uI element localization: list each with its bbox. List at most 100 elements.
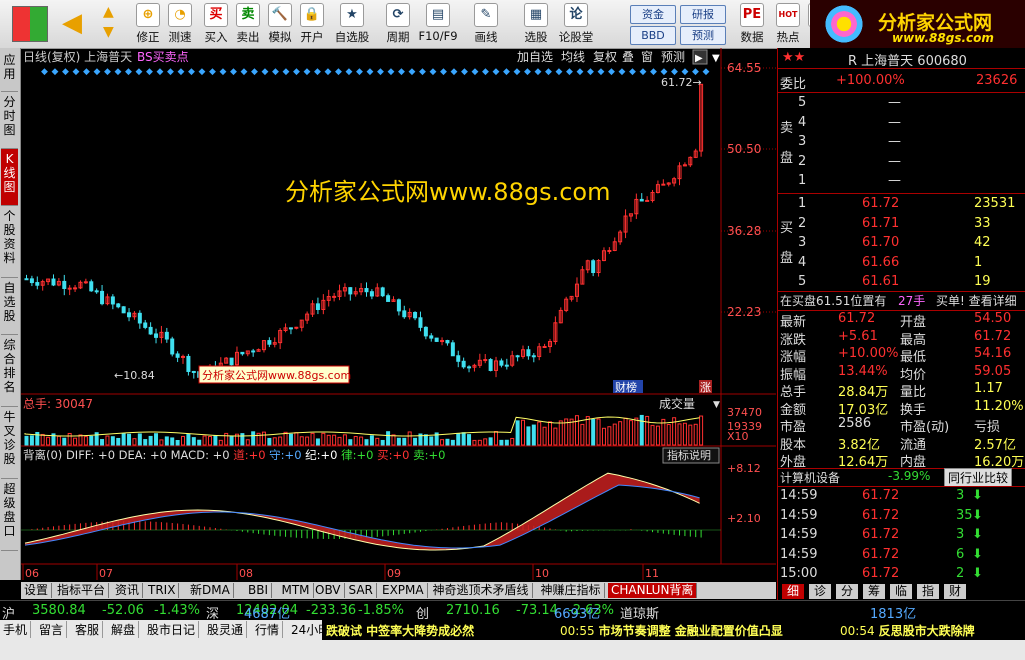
toolbar-button-8[interactable]: ▦ 选股 [516,2,556,46]
candle-body [67,287,72,290]
indicator-tab-5[interactable]: BBI [245,583,273,598]
volume-bar [73,437,78,446]
chart-nav-arrow-icon: ▶ [695,53,703,64]
candle-body [396,299,401,312]
indicator-tab-9[interactable]: EXPMA [379,583,428,598]
left-tab-4[interactable]: 自选股 [1,278,18,335]
toolbar-icon-5: ⟳ [386,3,410,27]
toolbar-nav-1[interactable]: ◔ 测速 [164,2,196,46]
sell-price-2: — [888,134,901,149]
index-value: 3580.84 [32,603,86,618]
status-item-0[interactable]: 手机 [0,621,32,638]
indicator-tab-2[interactable]: 资讯 [112,583,144,598]
news-item-0[interactable]: 跌破试 中签率大降势成必然 [326,622,474,639]
indicator-tab-8[interactable]: SAR [346,583,377,598]
sell-price-4: — [888,173,901,188]
indicator-tab-3[interactable]: TRIX [145,583,180,598]
volume-bar [127,433,132,446]
candle-body [121,306,126,314]
quick-button-3[interactable]: 预测 [680,26,726,45]
macd-signal-3: 律:+0 [338,448,374,462]
status-item-6[interactable]: 行情 [252,621,284,638]
bs-marker-icon: ◆ [52,67,59,77]
left-tab-0[interactable]: 应用 [1,50,18,92]
toolbar-nav-0[interactable]: ⊕ 修正 [132,2,164,46]
favorite-stars-icon[interactable]: ★★ [782,50,805,65]
stat-label-right-7: 流通 [900,437,927,453]
left-tab-3[interactable]: 个股资料 [1,206,18,278]
kline-chart-area[interactable]: 日线(复权) 上海普天 BS买卖点 加自选 均线 复权叠窗预测 ▶ ▼ ◆ ◆ ◆ ◆ ◆ ◆ ◆ ◆ ◆ ◆ ◆… [21,48,776,580]
toolbar-label: 周期 [386,30,410,44]
indicator-tab-1[interactable]: 指标平台 [54,583,110,598]
quote-tab-2[interactable]: 分 [836,584,858,599]
status-item-4[interactable]: 股市日记 [144,621,200,638]
left-tab-5[interactable]: 综合排名 [1,335,18,407]
volume-bar [305,436,310,446]
bs-marker-icon: ◆ [587,67,594,77]
tick-time-3: 14:59 [780,546,818,562]
news-item-1[interactable]: 00:55 市场节奏调整 金融业配置价值凸显 [560,622,783,639]
limit-up-badge-text: 涨 [700,381,711,394]
toolbar-button-0[interactable]: 买买入 [200,2,232,46]
toolbar-icon-10: PE [740,3,764,27]
toolbar-button-7[interactable]: ✎ 画线 [466,2,506,46]
quote-tab-3[interactable]: 筹 [863,584,885,599]
indicator-tab-12[interactable]: CHANLUN背离 [608,583,698,598]
left-tab-7[interactable]: 超级盘口 [1,479,18,551]
indicator-tab-6[interactable]: MTM [279,583,314,598]
indicator-tab-4[interactable]: 新DMA [187,583,234,598]
tick-time-0: 14:59 [780,488,818,503]
news-time: 00:55 [560,624,595,638]
indicator-tab-7[interactable]: OBV [312,583,345,598]
left-tab-1[interactable]: 分时图 [1,92,18,149]
toolbar-icon-7: ✎ [474,3,498,27]
candle-body [35,282,40,286]
toolbar-button-10[interactable]: PE 数据 [736,2,768,46]
quote-tab-4[interactable]: 临 [890,584,912,599]
up-arrow-icon[interactable]: ▲ [103,4,123,22]
quick-button-1[interactable]: 研报 [680,5,726,24]
status-item-3[interactable]: 解盘 [108,621,140,638]
volume-bar [121,432,126,446]
quote-tab-1[interactable]: 诊 [809,584,831,599]
candle-body [288,327,293,330]
indicator-tab-10[interactable]: 神奇逃顶术矛盾线 [430,583,533,598]
back-arrow-icon[interactable]: ◀ [62,8,90,38]
month-label-3: 09 [387,567,401,580]
indicator-tab-0[interactable]: 设置 [21,583,53,598]
left-tab-2[interactable]: K线图 [1,149,18,206]
volume-bar [445,438,450,446]
month-label-1: 07 [99,567,113,580]
toolbar-button-2[interactable]: 🔨 模拟 [264,2,296,46]
quote-tab-5[interactable]: 指 [917,584,939,599]
bs-marker-icon: ◆ [503,67,510,77]
status-item-2[interactable]: 客服 [72,621,104,638]
news-item-2[interactable]: 00:54 反思股市大跌除牌 [840,622,975,639]
volume-bar [116,437,121,446]
buy-price-0: 61.72 [862,196,900,211]
toolbar-button-3[interactable]: 🔒 开户 [296,2,328,46]
toolbar-button-4[interactable]: ★ 自选股 [332,2,372,46]
stat-value-left-1: +5.61 [838,328,878,344]
toolbar-button-6[interactable]: ▤ F10/F9 [418,2,458,46]
toolbar-button-9[interactable]: 论论股堂 [556,2,596,46]
candle-body [661,183,666,186]
indicator-tab-11[interactable]: 神赚庄指标 [538,583,605,598]
quick-button-0[interactable]: 资金 [630,5,676,24]
down-arrow-icon[interactable]: ▼ [103,24,123,42]
toolbar-button-5[interactable]: ⟳ 周期 [378,2,418,46]
status-item-1[interactable]: 留言 [36,621,68,638]
toolbar-button-1[interactable]: 卖卖出 [232,2,264,46]
status-item-5[interactable]: 股灵通 [204,621,248,638]
candle-body [515,355,520,358]
logo-grid-icon[interactable] [12,6,48,42]
candle-body [645,199,650,202]
toolbar-button-11[interactable]: HOT 热点 [772,2,804,46]
quick-button-2[interactable]: BBD [630,26,676,45]
left-tab-6[interactable]: 牛叉诊股 [1,407,18,479]
tick-price-0: 61.72 [862,488,900,503]
quote-tab-0[interactable]: 细 [782,584,804,599]
sector-compare-button[interactable]: 同行业比较 [944,468,1013,487]
quote-tab-6[interactable]: 财 [944,584,966,599]
candle-body [445,340,450,344]
